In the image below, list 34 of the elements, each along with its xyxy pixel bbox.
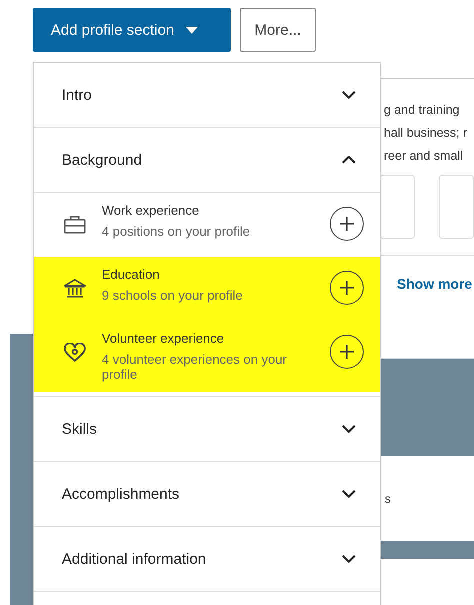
section-label: Accomplishments (62, 486, 180, 502)
section-header[interactable]: Skills (34, 397, 380, 462)
plus-icon (340, 345, 354, 359)
item-title: Education (102, 267, 161, 282)
item-subtitle: 4 positions on your profile (102, 224, 252, 239)
card-tile (439, 175, 474, 239)
school-building-icon (64, 279, 86, 299)
section-label: Background (62, 152, 142, 168)
section-label: Additional information (62, 550, 206, 568)
caret-icon (186, 26, 198, 34)
section-header[interactable]: Background (34, 128, 380, 193)
add-button[interactable] (330, 207, 364, 241)
briefcase-icon (64, 215, 86, 235)
description-text: g and training (383, 102, 461, 119)
section-header[interactable]: Accomplishments (34, 462, 380, 527)
add-button[interactable] (330, 335, 364, 369)
section-header[interactable]: Intro (34, 63, 380, 128)
add-button[interactable] (330, 271, 364, 305)
show-more-link[interactable]: Show more (397, 276, 472, 292)
item-title: Volunteer experience (102, 331, 226, 346)
item-subtitle: 9 schools on your profile (102, 288, 244, 303)
add-profile-section-button[interactable]: Add profile section (33, 8, 231, 52)
section-label: Skills (62, 420, 98, 438)
card-text: s (385, 492, 391, 506)
item-subtitle: 4 volunteer experiences on your profile (102, 352, 288, 382)
plus-icon (340, 217, 354, 231)
plus-icon (340, 281, 354, 295)
heart-icon (64, 343, 86, 363)
description-text: hall business; r (383, 125, 468, 142)
section-header[interactable]: Additional information (34, 527, 380, 592)
more-button[interactable]: More... (240, 8, 316, 52)
item-title: Work experience (102, 203, 200, 218)
section-label: Intro (62, 86, 92, 104)
description-text: reer and small (383, 148, 464, 165)
